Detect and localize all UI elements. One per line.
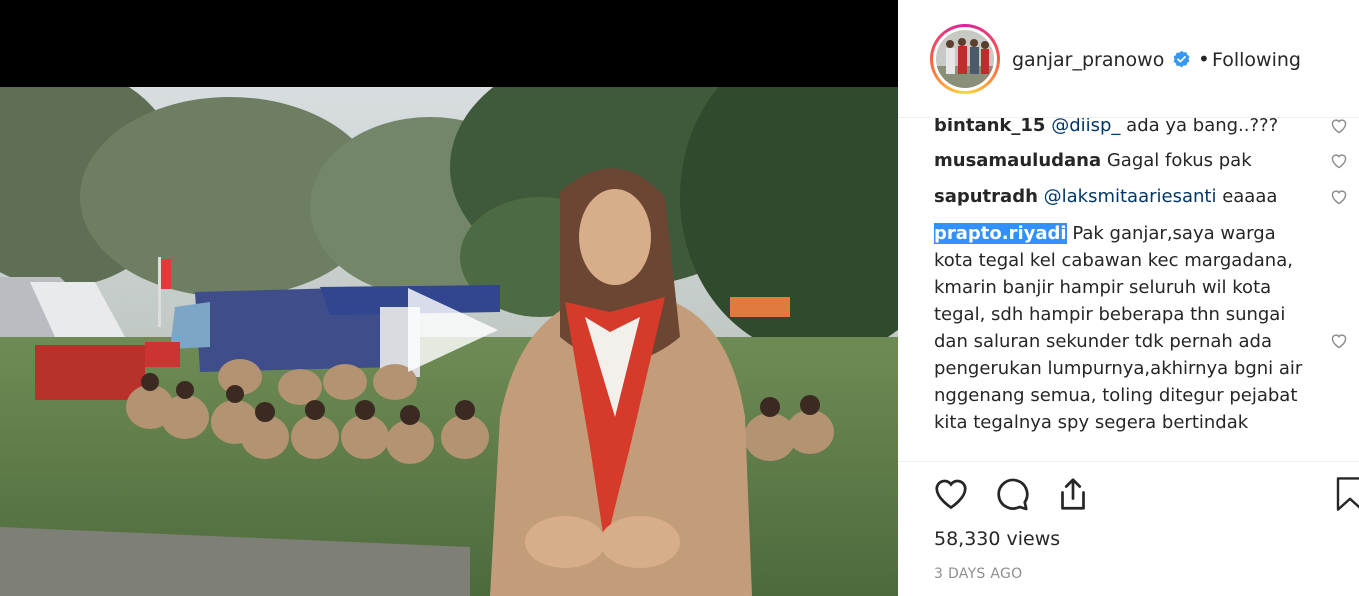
post-header: ganjar_pranowo • Following [898,0,1359,118]
comment-mention[interactable]: @diisp_ [1051,118,1120,136]
comment-username[interactable]: prapto.riyadi [934,223,1067,244]
post-media[interactable] [0,0,898,596]
comment-text: eaaaa [1216,186,1278,207]
post-actions: 58,330 views 3 DAYS AGO [898,461,1359,596]
heart-icon[interactable] [933,476,969,512]
comment-item: bintank_15 @diisp_ ada ya bang..??? [934,118,1314,139]
separator-dot: • [1198,47,1210,71]
comment-username[interactable]: musamauludana [934,150,1101,171]
verified-badge-icon [1173,50,1190,68]
avatar[interactable] [930,24,1000,94]
comment-username[interactable]: bintank_15 [934,118,1045,136]
comment-text: Pak ganjar,saya warga kota tegal kel cab… [934,223,1303,433]
play-icon[interactable] [408,288,498,372]
comment-text: ada ya bang..??? [1120,118,1279,136]
heart-icon[interactable] [1330,118,1348,134]
comment-icon[interactable] [994,476,1030,512]
comment-username[interactable]: saputradh [934,186,1038,207]
post-username[interactable]: ganjar_pranowo [1012,49,1164,71]
comment-item: musamauludana Gagal fokus pak [934,147,1314,174]
avatar-image [936,30,994,88]
comment-list[interactable]: bintank_15 @diisp_ ada ya bang..??? musa… [898,118,1359,461]
post-timestamp[interactable]: 3 DAYS AGO [934,566,1022,582]
comment-text: Gagal fokus pak [1101,150,1252,171]
bookmark-icon[interactable] [1335,476,1359,512]
following-button[interactable]: Following [1212,49,1301,71]
post-side-panel: ganjar_pranowo • Following bintank_15 @d… [898,0,1359,596]
view-count[interactable]: 58,330 views [934,528,1060,550]
comment-item: prapto.riyadi Pak ganjar,saya warga kota… [934,220,1309,436]
share-icon[interactable] [1055,476,1091,512]
heart-icon[interactable] [1330,153,1348,169]
comment-mention[interactable]: @laksmitaariesanti [1044,186,1217,207]
heart-icon[interactable] [1330,333,1348,349]
comment-item: saputradh @laksmitaariesanti eaaaa [934,183,1314,210]
heart-icon[interactable] [1330,189,1348,205]
